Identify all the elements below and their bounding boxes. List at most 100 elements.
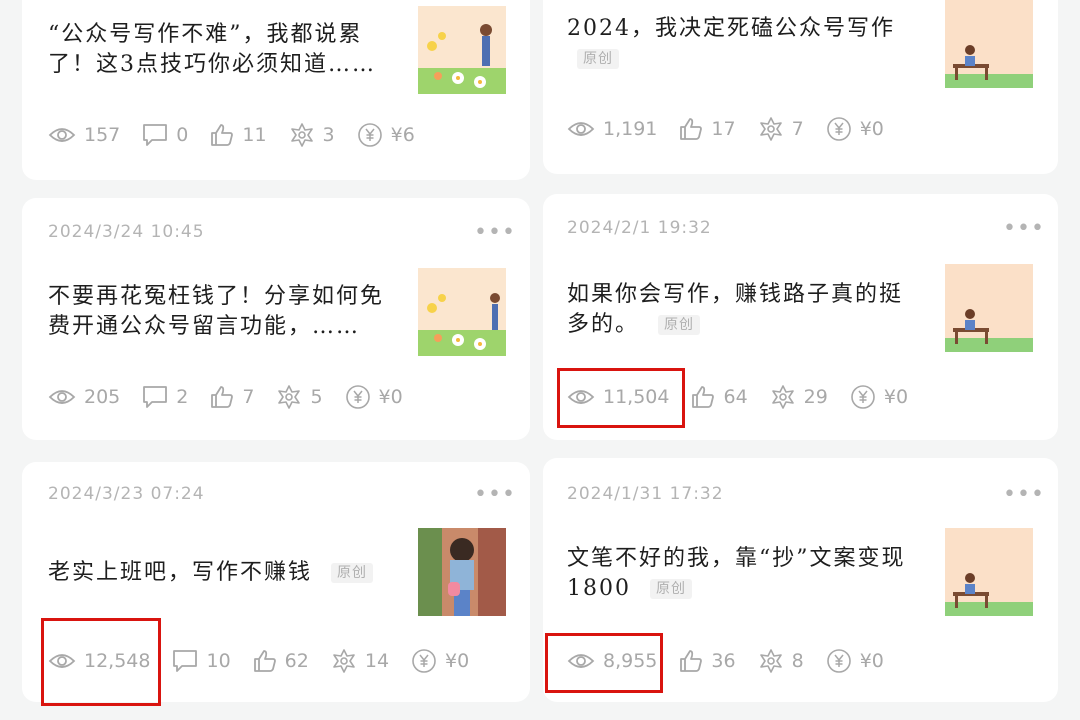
- article-thumbnail[interactable]: [418, 528, 506, 616]
- views-stat: 1,191: [567, 118, 657, 140]
- earnings-stat: ¥0: [411, 648, 469, 674]
- shares-stat: 29: [770, 384, 828, 410]
- earnings-stat: ¥0: [826, 648, 884, 674]
- shares-count: 7: [791, 118, 804, 140]
- likes-count: 11: [242, 124, 267, 146]
- comment-icon: [173, 650, 198, 672]
- wow-flower-icon: [759, 649, 782, 673]
- article-title[interactable]: 不要再花冤枉钱了！分享如何免费开通公众号留言功能，……: [48, 282, 388, 344]
- shares-stat: 14: [331, 648, 389, 674]
- likes-stat: 64: [691, 385, 748, 409]
- more-dots-icon[interactable]: •••: [474, 222, 516, 244]
- article-title[interactable]: 老实上班吧，写作不赚钱 原创: [48, 558, 408, 588]
- shares-stat: 7: [758, 116, 804, 142]
- article-card[interactable]: 2024/3/24 10:45 ••• 不要再花冤枉钱了！分享如何免费开通公众号…: [22, 198, 530, 440]
- article-thumbnail[interactable]: [418, 6, 506, 94]
- shares-stat: 8: [758, 648, 804, 674]
- yen-coin-icon: [345, 385, 370, 409]
- likes-stat: 11: [210, 123, 267, 147]
- thumbs-up-icon: [211, 124, 234, 146]
- original-badge: 原创: [577, 49, 619, 69]
- views-highlight-box: [41, 618, 161, 706]
- yen-coin-icon: [851, 385, 875, 409]
- likes-count: 17: [711, 118, 736, 140]
- views-stat: 157: [48, 124, 120, 146]
- likes-stat: 36: [679, 649, 736, 673]
- views-count: 205: [84, 386, 121, 408]
- article-title[interactable]: “公众号写作不难”，我都说累了！这3点技巧你必须知道……: [48, 20, 388, 82]
- likes-count: 62: [284, 650, 309, 672]
- earnings-amount: ¥0: [445, 650, 470, 672]
- earnings-amount: ¥0: [883, 386, 909, 408]
- earnings-stat: ¥0: [850, 384, 908, 410]
- views-highlight-box: [545, 633, 663, 693]
- shares-stat: 3: [289, 122, 335, 148]
- earnings-amount: ¥0: [859, 650, 884, 672]
- yen-coin-icon: [826, 649, 851, 673]
- views-stat: 205: [48, 386, 120, 408]
- comment-icon: [143, 386, 168, 408]
- publish-date: 2024/1/31 17:32: [567, 484, 724, 504]
- yen-coin-icon: [412, 649, 436, 673]
- publish-date: 2024/3/23 07:24: [48, 484, 205, 504]
- views-count: 157: [84, 124, 121, 146]
- comments-count: 10: [206, 650, 231, 672]
- shares-count: 3: [322, 124, 335, 146]
- shares-count: 8: [791, 650, 804, 672]
- stats-row: 157 0 11 3 ¥6: [48, 122, 437, 148]
- shares-count: 5: [310, 386, 323, 408]
- shares-count: 14: [364, 650, 390, 672]
- likes-stat: 17: [679, 117, 736, 141]
- thumbs-up-icon: [680, 650, 703, 672]
- original-badge: 原创: [331, 563, 374, 583]
- views-highlight-box: [557, 368, 685, 428]
- article-thumbnail[interactable]: [418, 268, 506, 356]
- more-dots-icon[interactable]: •••: [1003, 218, 1045, 240]
- shares-count: 29: [803, 386, 828, 408]
- publish-date: 2024/3/24 10:45: [48, 222, 205, 242]
- publish-date: 2024/2/1 19:32: [567, 218, 712, 238]
- thumbs-up-icon: [253, 650, 276, 672]
- wow-flower-icon: [278, 385, 301, 409]
- article-thumbnail[interactable]: [945, 528, 1033, 616]
- more-dots-icon[interactable]: •••: [1003, 484, 1045, 506]
- comments-stat: 10: [172, 649, 231, 673]
- article-thumbnail[interactable]: [945, 264, 1033, 352]
- comments-stat: 2: [142, 385, 188, 409]
- article-title-text: 老实上班吧，写作不赚钱: [48, 560, 313, 585]
- likes-count: 64: [723, 386, 748, 408]
- more-dots-icon[interactable]: •••: [474, 484, 516, 506]
- wow-flower-icon: [759, 117, 782, 141]
- original-badge: 原创: [650, 579, 692, 599]
- article-thumbnail[interactable]: [945, 0, 1033, 88]
- article-title[interactable]: 文笔不好的我，靠“抄”文案变现1800 原创: [567, 544, 937, 604]
- comment-icon: [143, 124, 168, 146]
- comments-count: 2: [176, 386, 189, 408]
- earnings-stat: ¥0: [345, 384, 403, 410]
- wow-flower-icon: [290, 123, 313, 147]
- likes-stat: 7: [210, 385, 254, 409]
- original-badge: 原创: [658, 315, 701, 335]
- wow-flower-icon: [333, 649, 355, 673]
- eye-icon: [48, 390, 76, 404]
- earnings-amount: ¥0: [859, 118, 884, 140]
- likes-stat: 62: [253, 649, 309, 673]
- earnings-stat: ¥6: [357, 122, 415, 148]
- stats-row: 205 2 7 5 ¥0: [48, 384, 425, 410]
- article-title[interactable]: 如果你会写作，赚钱路子真的挺多的。 原创: [567, 280, 907, 340]
- stats-row: 1,191 17 7 ¥0: [567, 116, 906, 142]
- eye-icon: [567, 122, 595, 136]
- article-card[interactable]: “公众号写作不难”，我都说累了！这3点技巧你必须知道…… 157 0 11 3 …: [22, 0, 530, 180]
- likes-count: 7: [242, 386, 255, 408]
- article-title[interactable]: 2024，我决定死磕公众号写作 原创: [567, 14, 927, 74]
- thumbs-up-icon: [680, 118, 703, 140]
- yen-coin-icon: [357, 123, 382, 147]
- article-title-text: 文笔不好的我，靠“抄”文案变现1800: [567, 546, 906, 601]
- comments-stat: 0: [142, 123, 188, 147]
- article-card[interactable]: 2024，我决定死磕公众号写作 原创 1,191 17 7 ¥0: [543, 0, 1058, 174]
- earnings-amount: ¥6: [390, 124, 415, 146]
- earnings-stat: ¥0: [826, 116, 884, 142]
- wow-flower-icon: [771, 385, 794, 409]
- earnings-amount: ¥0: [378, 386, 403, 408]
- views-count: 1,191: [603, 118, 658, 140]
